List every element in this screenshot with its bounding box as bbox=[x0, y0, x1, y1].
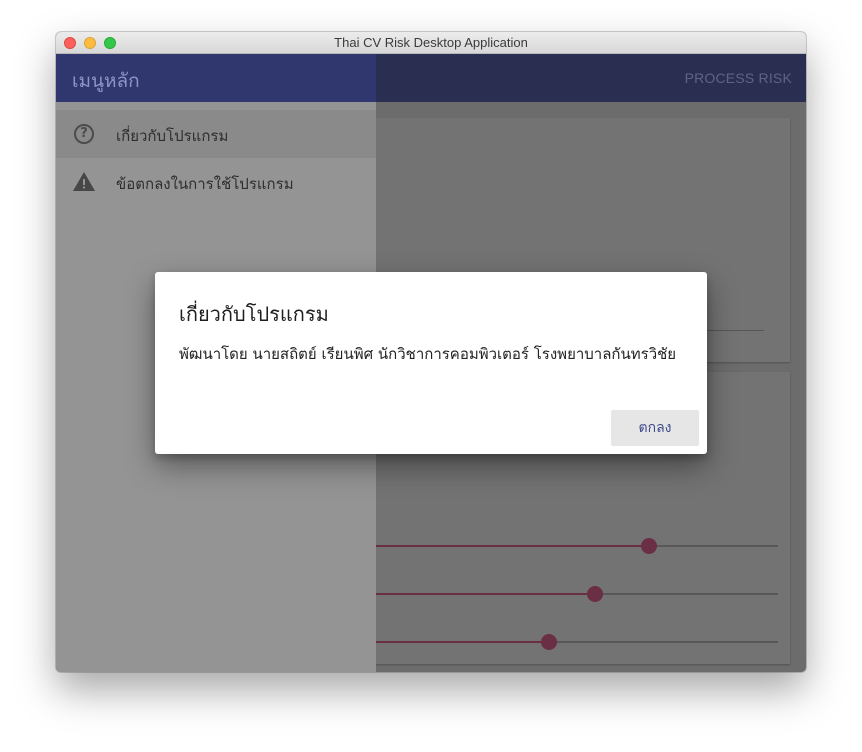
risk-slider-3[interactable] bbox=[362, 634, 778, 650]
risk-slider-2[interactable] bbox=[362, 586, 778, 602]
slider-fill bbox=[362, 641, 550, 643]
dialog-title: เกี่ยวกับโปรแกรม bbox=[179, 302, 329, 326]
warning-icon bbox=[72, 170, 96, 194]
drawer-item-label: ข้อตกลงในการใช้โปรแกรม bbox=[116, 175, 294, 193]
slider-thumb[interactable] bbox=[586, 586, 603, 602]
about-dialog: เกี่ยวกับโปรแกรม พัฒนาโดย นายสถิตย์ เรีย… bbox=[155, 272, 707, 454]
drawer-header: เมนูหลัก bbox=[56, 54, 376, 102]
slider-rest bbox=[594, 593, 778, 595]
dialog-body: พัฒนาโดย นายสถิตย์ เรียนพิศ นักวิชาการคอ… bbox=[179, 345, 677, 363]
slider-thumb[interactable] bbox=[641, 538, 658, 554]
title-bar[interactable]: Thai CV Risk Desktop Application bbox=[56, 32, 806, 54]
process-risk-button[interactable]: PROCESS RISK bbox=[685, 70, 792, 86]
drawer-item-about[interactable]: ? เกี่ยวกับโปรแกรม bbox=[56, 110, 376, 158]
risk-slider-1[interactable] bbox=[362, 538, 778, 554]
slider-rest bbox=[549, 641, 778, 643]
ok-button[interactable]: ตกลง bbox=[611, 410, 699, 446]
slider-fill bbox=[362, 593, 595, 595]
drawer-item-terms[interactable]: ข้อตกลงในการใช้โปรแกรม bbox=[56, 158, 376, 206]
slider-rest bbox=[649, 545, 778, 547]
slider-fill bbox=[362, 545, 650, 547]
drawer-item-label: เกี่ยวกับโปรแกรม bbox=[116, 127, 229, 145]
help-circle-icon: ? bbox=[72, 122, 96, 146]
window-title: Thai CV Risk Desktop Application bbox=[334, 35, 528, 50]
drawer-title: เมนูหลัก bbox=[72, 70, 140, 92]
